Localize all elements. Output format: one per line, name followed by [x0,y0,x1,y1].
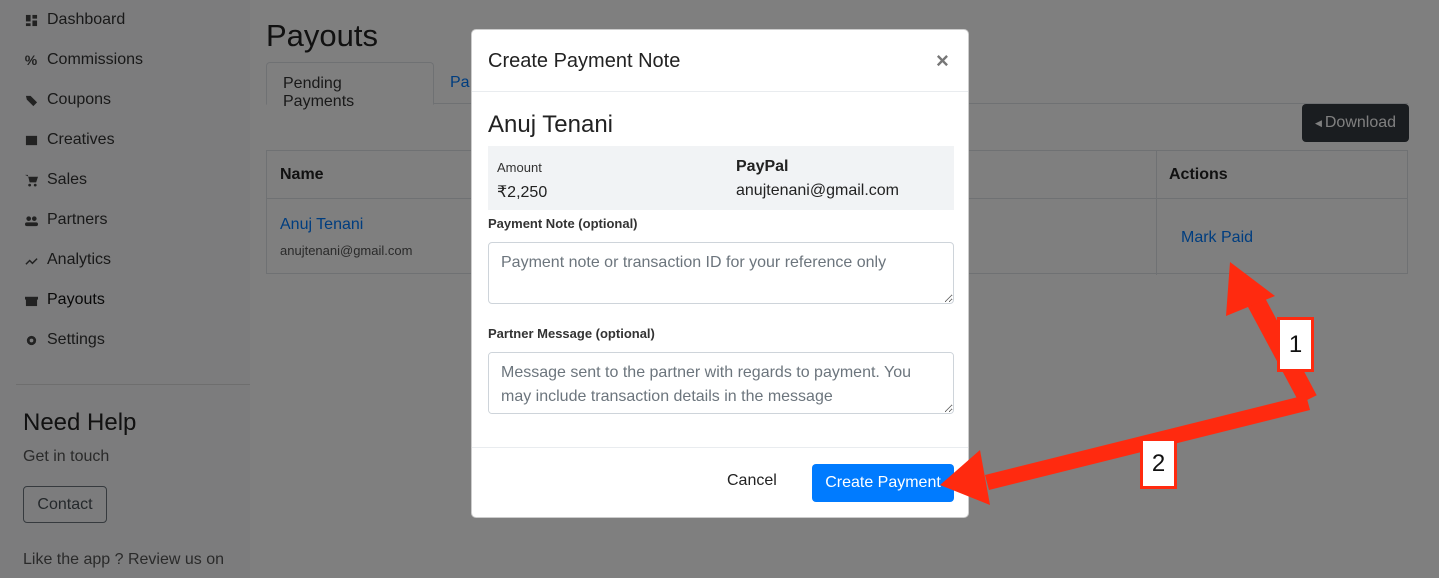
annotation-step-1: 1 [1277,317,1314,372]
annotation-arrows [940,262,1317,505]
annotation-arrow-2 [940,395,1310,505]
annotation-step-2: 2 [1140,438,1177,489]
